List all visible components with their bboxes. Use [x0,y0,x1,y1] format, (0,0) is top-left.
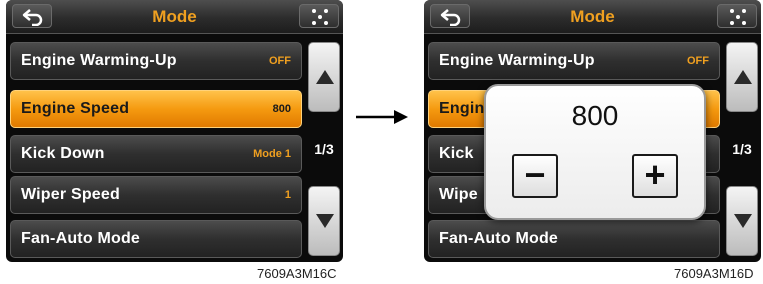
back-button[interactable] [430,4,470,28]
page-title: Mode [152,7,197,26]
dots-menu-icon [730,9,746,25]
menu-item-label: Wipe [439,186,478,203]
menu-item-kick-down[interactable]: Kick Down Mode 1 [10,135,302,173]
menu-item-wiper-speed[interactable]: Wiper Speed 1 [10,176,302,214]
menu-item-label: Engine Warming-Up [21,52,177,69]
menu-item-label: Wiper Speed [21,186,120,203]
triangle-up-icon [734,70,752,84]
triangle-up-icon [316,70,334,84]
page-title: Mode [570,7,615,26]
scroll-up-button[interactable] [308,42,340,112]
back-button[interactable] [12,4,52,28]
menu-item-value: Mode 1 [253,148,291,160]
title-bar: Mode [6,0,343,34]
menu-item-value: 800 [272,103,291,115]
triangle-down-icon [734,214,752,228]
menu-item-value: OFF [687,55,709,67]
title-bar: Mode [424,0,761,34]
menu-item-value: OFF [269,55,291,67]
page-indicator: 1/3 [732,141,752,157]
decrease-button[interactable]: − [512,154,558,198]
figure-caption-right: 7609A3M16D [674,266,754,281]
menu-item-fan-auto-mode[interactable]: Fan-Auto Mode [10,220,302,258]
scroll-down-button[interactable] [308,186,340,256]
value-adjust-popup: 800 − + [484,84,706,220]
minus-icon: − [524,154,546,195]
left-screen: Mode Engine Warming-Up OFF Engine Speed … [6,0,343,262]
page-indicator: 1/3 [314,141,334,157]
plus-icon: + [644,154,666,195]
increase-button[interactable]: + [632,154,678,198]
menu-item-label: Kick [439,145,474,162]
menu-button[interactable] [299,4,339,28]
menu-item-label: Engine Warming-Up [439,52,595,69]
right-arrow-icon [356,110,408,124]
menu-item-engine-speed[interactable]: Engine Speed 800 [10,90,302,128]
menu-item-label: Fan-Auto Mode [439,230,559,247]
back-arrow-icon [440,9,461,26]
popup-value: 800 [571,100,619,131]
dots-menu-icon [312,9,328,25]
back-arrow-icon [22,9,43,26]
menu-item-engine-warming-up[interactable]: Engine Warming-Up OFF [428,42,720,80]
right-screen: Mode Engine Warming-Up OFF Engin Kick Wi… [424,0,761,262]
menu-item-label: Fan-Auto Mode [21,230,141,247]
triangle-down-icon [316,214,334,228]
menu-item-value: 1 [284,189,291,201]
menu-item-label: Engine Speed [21,100,130,117]
menu-item-fan-auto-mode[interactable]: Fan-Auto Mode [428,220,720,258]
menu-item-label: Engin [439,100,485,117]
figure-caption-left: 7609A3M16C [257,266,337,281]
menu-button[interactable] [717,4,757,28]
menu-item-label: Kick Down [21,145,105,162]
scroll-up-button[interactable] [726,42,758,112]
menu-item-engine-warming-up[interactable]: Engine Warming-Up OFF [10,42,302,80]
scroll-down-button[interactable] [726,186,758,256]
